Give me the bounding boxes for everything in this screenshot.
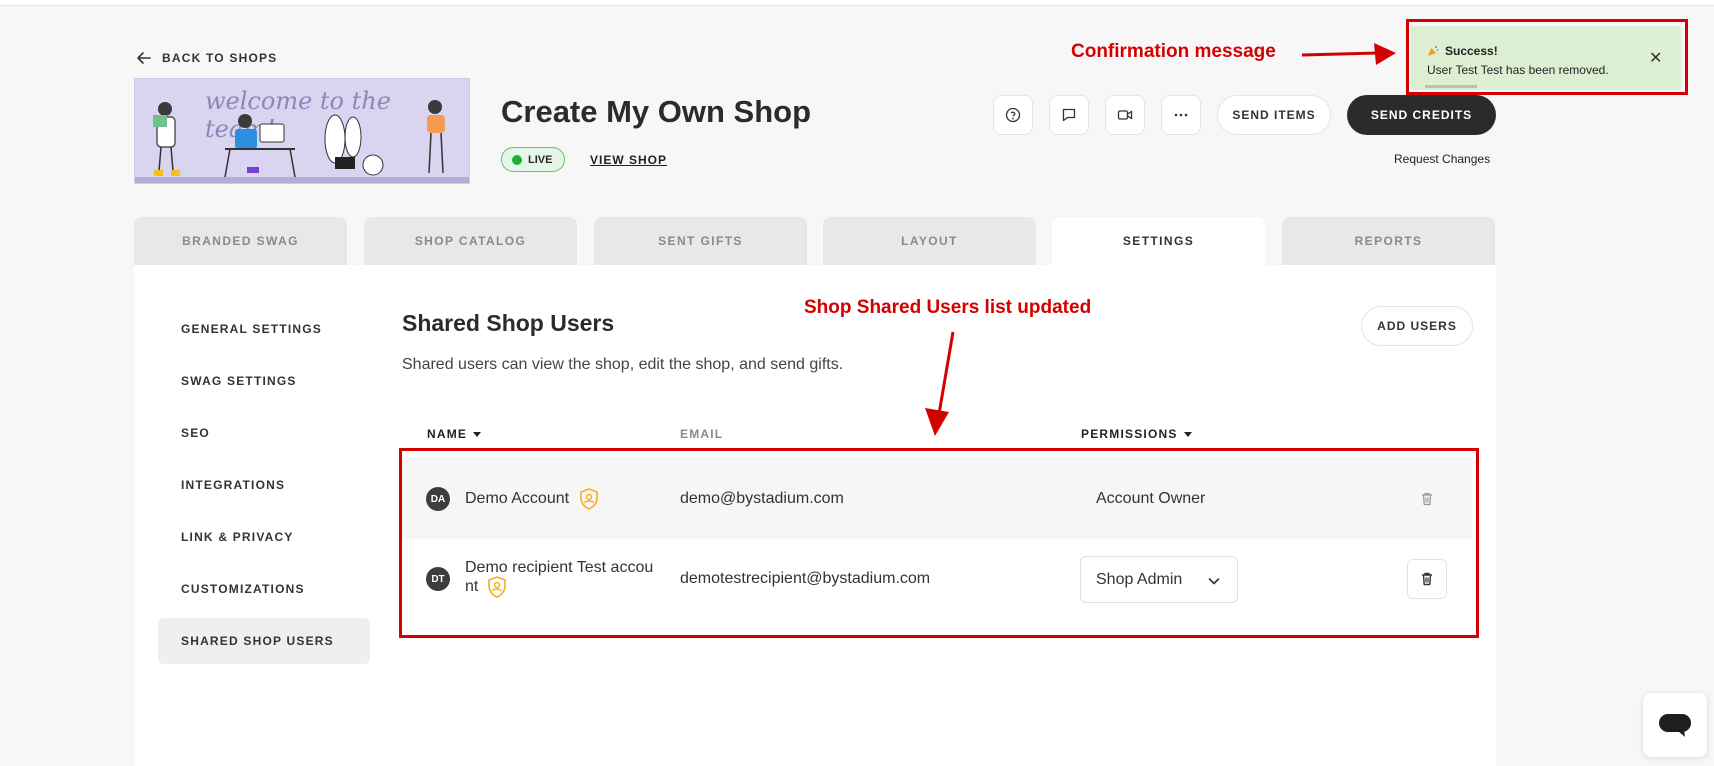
view-shop-link[interactable]: VIEW SHOP: [590, 153, 667, 167]
arrow-left-icon: [137, 52, 151, 64]
top-bar: [0, 0, 1714, 6]
column-header-permissions-label: PERMISSIONS: [1081, 427, 1178, 441]
request-changes-link[interactable]: Request Changes: [1394, 152, 1490, 166]
sort-caret-icon: [473, 431, 482, 437]
column-header-permissions[interactable]: PERMISSIONS: [1081, 427, 1192, 441]
sort-caret-icon: [1183, 431, 1192, 437]
more-dots-icon: [1174, 113, 1188, 117]
chat-bubble-icon: [1659, 714, 1691, 737]
annotation-box-toast: [1406, 19, 1688, 95]
sidebar-item-shared-shop-users[interactable]: SHARED SHOP USERS: [158, 618, 370, 664]
sidebar-item-link-privacy[interactable]: LINK & PRIVACY: [158, 514, 370, 560]
annotation-list-updated-text: Shop Shared Users list updated: [804, 297, 1092, 318]
shop-banner-image: welcome to the team!: [134, 78, 470, 184]
live-status-badge: LIVE: [501, 147, 566, 172]
annotation-box-table: [399, 448, 1479, 638]
section-title: Shared Shop Users: [402, 310, 615, 336]
sidebar-item-swag-settings[interactable]: SWAG SETTINGS: [158, 358, 370, 404]
support-chat-button[interactable]: [1643, 693, 1707, 757]
tab-sent-gifts[interactable]: SENT GIFTS: [594, 217, 807, 265]
column-header-name[interactable]: NAME: [427, 427, 482, 441]
annotation-arrow-right: [1301, 43, 1396, 65]
tab-layout[interactable]: LAYOUT: [823, 217, 1036, 265]
video-icon: [1117, 110, 1133, 120]
live-status-label: LIVE: [528, 153, 553, 166]
chat-icon: [1062, 108, 1076, 122]
help-button[interactable]: [993, 95, 1033, 135]
back-label: BACK TO SHOPS: [162, 51, 278, 65]
sidebar-item-seo[interactable]: SEO: [158, 410, 370, 456]
live-dot-icon: [512, 154, 522, 165]
shop-title: Create My Own Shop: [501, 94, 812, 129]
send-items-button[interactable]: SEND ITEMS: [1217, 95, 1331, 135]
section-description: Shared users can view the shop, edit the…: [402, 356, 844, 373]
annotation-arrow-down: [925, 331, 955, 436]
sidebar-item-customizations[interactable]: CUSTOMIZATIONS: [158, 566, 370, 612]
chat-button[interactable]: [1049, 95, 1089, 135]
sidebar-item-integrations[interactable]: INTEGRATIONS: [158, 462, 370, 508]
help-circle-icon: [1005, 107, 1021, 123]
column-header-name-label: NAME: [427, 427, 468, 441]
back-to-shops-link[interactable]: BACK TO SHOPS: [136, 50, 277, 66]
team-illustration: [153, 100, 445, 178]
column-header-email: EMAIL: [680, 427, 724, 441]
sidebar-item-general-settings[interactable]: GENERAL SETTINGS: [158, 306, 370, 352]
banner-floor: [135, 177, 469, 183]
more-button[interactable]: [1161, 95, 1201, 135]
send-credits-button[interactable]: SEND CREDITS: [1347, 95, 1496, 135]
video-button[interactable]: [1105, 95, 1145, 135]
tab-settings[interactable]: SETTINGS: [1052, 217, 1265, 265]
tab-reports[interactable]: REPORTS: [1282, 217, 1495, 265]
add-users-button[interactable]: ADD USERS: [1361, 306, 1473, 346]
tab-branded-swag[interactable]: BRANDED SWAG: [134, 217, 347, 265]
tab-shop-catalog[interactable]: SHOP CATALOG: [364, 217, 577, 265]
annotation-confirmation-text: Confirmation message: [1071, 41, 1276, 62]
